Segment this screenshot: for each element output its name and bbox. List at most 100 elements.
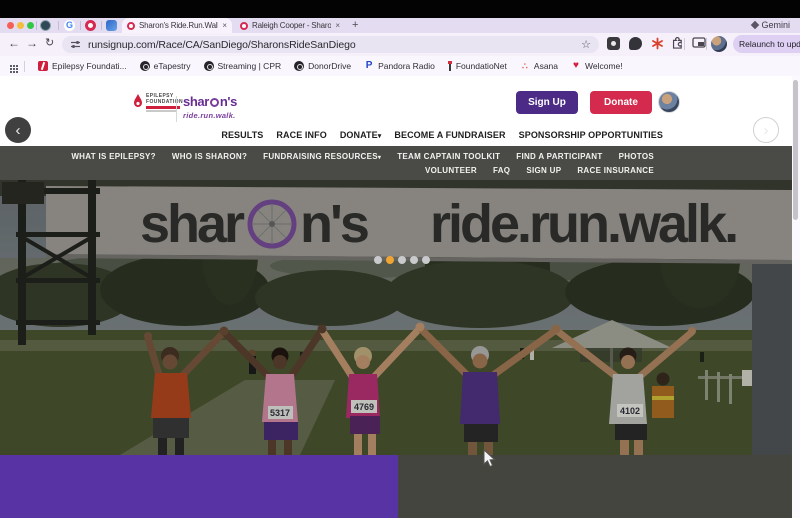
extensions-puzzle-icon[interactable] xyxy=(671,37,685,50)
mouse-cursor xyxy=(483,449,496,468)
carousel-dots xyxy=(374,256,430,264)
address-bar[interactable]: runsignup.com/Race/CA/SanDiego/SharonsRi… xyxy=(62,36,599,53)
new-tab-button[interactable]: + xyxy=(352,19,358,31)
asana-favicon: ∴ xyxy=(522,61,528,71)
pandora-favicon: P xyxy=(365,60,373,71)
apps-grid-icon[interactable] xyxy=(10,65,12,67)
subnav-what-is-epilepsy[interactable]: WHAT IS EPILEPSY? xyxy=(71,152,156,161)
tab-raleigh-cooper[interactable]: Raleigh Cooper - Sharon's Ri × xyxy=(235,18,345,33)
reload-button[interactable]: ↻ xyxy=(45,36,54,49)
logo-divider xyxy=(176,96,177,122)
bookmarks-divider xyxy=(24,60,25,72)
bookmark-asana[interactable]: ∴ Asana xyxy=(520,61,558,71)
relaunch-label: Relaunch to update xyxy=(739,39,800,49)
sharons-logo[interactable]: shar n's ride.run.walk. xyxy=(183,94,237,120)
tab-share-icon[interactable] xyxy=(692,37,706,49)
tab-close-icon[interactable]: × xyxy=(335,21,340,30)
pinned-tab-divider xyxy=(101,21,102,30)
pinned-tab-globe-icon[interactable] xyxy=(40,20,51,31)
subnav-find-a-participant[interactable]: FIND A PARTICIPANT xyxy=(516,152,602,161)
bookmark-streaming-cpr[interactable]: Streaming | CPR xyxy=(203,61,281,71)
back-button[interactable]: ← xyxy=(8,36,20,50)
brand-tagline: ride.run.walk. xyxy=(183,111,236,120)
tab-close-icon[interactable]: × xyxy=(222,21,227,30)
bookmark-star-icon[interactable]: ☆ xyxy=(581,38,591,51)
foundationet-favicon xyxy=(447,61,452,71)
pinned-tab-runsignup-icon[interactable] xyxy=(85,20,96,31)
subnav-sign-up[interactable]: SIGN UP xyxy=(526,166,561,175)
bookmark-epilepsy-foundation[interactable]: Epilepsy Foundati... xyxy=(38,61,127,71)
subnav-team-captain-toolkit[interactable]: TEAM CAPTAIN TOOLKIT xyxy=(397,152,500,161)
bookmark-label: FoundatioNet xyxy=(455,61,507,71)
bicycle-wheel-icon xyxy=(209,98,219,107)
nav-race-info[interactable]: RACE INFO xyxy=(276,130,326,140)
extension-icon-1[interactable] xyxy=(607,37,620,50)
brand-part2: n's xyxy=(219,94,237,109)
welcome-heart-favicon: ♥ xyxy=(573,60,579,71)
sub-nav-row1: WHAT IS EPILEPSY? WHO IS SHARON? FUNDRAI… xyxy=(71,152,654,161)
bookmark-welcome[interactable]: ♥ Welcome! xyxy=(571,60,623,72)
nav-donate[interactable]: DONATE▾ xyxy=(340,130,382,140)
tab-title: Raleigh Cooper - Sharon's Ri xyxy=(252,21,332,30)
epilepsy-favicon xyxy=(38,61,48,71)
url-text[interactable]: runsignup.com/Race/CA/SanDiego/SharonsRi… xyxy=(88,39,581,51)
chevron-down-icon: ▾ xyxy=(377,133,382,140)
subnav-photos[interactable]: PHOTOS xyxy=(619,152,654,161)
relaunch-to-update-button[interactable]: Relaunch to update ⋮ xyxy=(733,35,800,53)
tab-favicon xyxy=(240,21,248,30)
brand-part1: shar xyxy=(183,94,209,109)
subnav-who-is-sharon[interactable]: WHO IS SHARON? xyxy=(172,152,247,161)
site-user-avatar[interactable] xyxy=(658,91,680,113)
carousel-next-button[interactable]: › xyxy=(753,117,779,143)
ef-logo-line2: FOUNDATION xyxy=(146,98,183,105)
site-settings-icon[interactable] xyxy=(70,39,81,50)
hero-photo: shar n's ride.run.walk. 5317 4769 4102 xyxy=(0,180,792,455)
traffic-light-close-icon[interactable] xyxy=(7,22,14,29)
subnav-race-insurance[interactable]: RACE INSURANCE xyxy=(577,166,654,175)
carousel-dot-1[interactable] xyxy=(374,256,382,264)
forward-button[interactable]: → xyxy=(26,36,38,50)
traffic-light-zoom-icon[interactable] xyxy=(27,22,34,29)
browser-profile-avatar[interactable] xyxy=(711,36,727,52)
bookmark-label: Asana xyxy=(533,61,559,71)
bookmark-etapestry[interactable]: eTapestry xyxy=(139,61,191,71)
pinned-tab-google-icon[interactable]: G xyxy=(64,20,75,31)
bookmark-pandora[interactable]: P Pandora Radio xyxy=(364,60,435,72)
sub-nav-row2: VOLUNTEER FAQ SIGN UP RACE INSURANCE xyxy=(425,166,654,175)
etapestry-favicon xyxy=(139,61,150,71)
subnav-faq[interactable]: FAQ xyxy=(493,166,510,175)
ef-logo-rule xyxy=(146,106,180,109)
carousel-dot-2-active[interactable] xyxy=(386,256,394,264)
carousel-dot-3[interactable] xyxy=(398,256,406,264)
scrollbar-thumb[interactable] xyxy=(793,80,798,220)
tab-sharons-ride[interactable]: Sharon's Ride.Run.Walk. 202 × xyxy=(122,18,232,33)
donate-button[interactable]: Donate xyxy=(590,91,652,114)
traffic-light-minimize-icon[interactable] xyxy=(17,22,24,29)
bookmark-donordrive[interactable]: DonorDrive xyxy=(294,61,351,71)
browser-tab-strip xyxy=(0,18,800,33)
toolbar-divider xyxy=(684,38,685,50)
subnav-fundraising-resources[interactable]: FUNDRAISING RESOURCES▾ xyxy=(263,152,381,161)
carousel-dot-5[interactable] xyxy=(422,256,430,264)
pinned-tab-blue-icon[interactable] xyxy=(106,20,117,31)
purple-content-section xyxy=(0,455,398,518)
gray-content-section xyxy=(398,455,792,518)
macos-menu-bar xyxy=(0,0,800,18)
nav-sponsorship-opportunities[interactable]: SPONSORSHIP OPPORTUNITIES xyxy=(519,130,663,140)
bookmark-label: Pandora Radio xyxy=(378,61,435,71)
extension-icon-2[interactable] xyxy=(629,37,642,50)
nav-become-a-fundraiser[interactable]: BECOME A FUNDRAISER xyxy=(394,130,505,140)
tab-favicon xyxy=(127,21,135,30)
streaming-favicon xyxy=(203,61,214,71)
carousel-dot-4[interactable] xyxy=(410,256,418,264)
nav-results[interactable]: RESULTS xyxy=(221,130,263,140)
sign-up-button[interactable]: Sign Up xyxy=(516,91,578,114)
main-nav: RESULTS RACE INFO DONATE▾ BECOME A FUNDR… xyxy=(221,130,663,140)
bookmark-label: Epilepsy Foundati... xyxy=(52,61,127,71)
bookmark-foundationet[interactable]: FoundatioNet xyxy=(447,61,507,71)
extension-icon-asterisk[interactable] xyxy=(651,37,664,50)
subnav-volunteer[interactable]: VOLUNTEER xyxy=(425,166,477,175)
screen: G Sharon's Ride.Run.Walk. 202 × Raleigh … xyxy=(0,0,800,518)
gemini-button[interactable]: Gemini xyxy=(751,20,790,30)
carousel-prev-button[interactable]: ‹ xyxy=(5,117,31,143)
